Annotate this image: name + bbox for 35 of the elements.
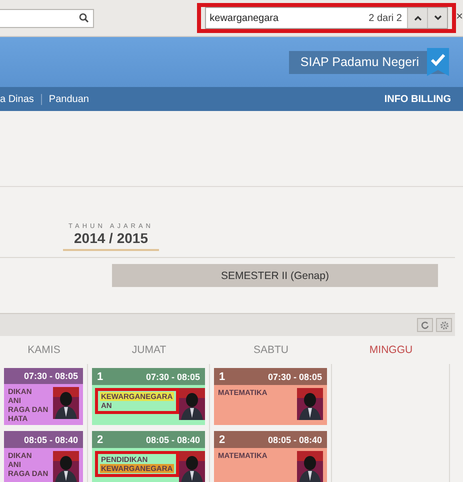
find-field[interactable]: kewarganegara — [206, 12, 364, 24]
lesson-time: 08:05 - 08:40 — [24, 434, 78, 444]
check-ribbon-icon — [427, 48, 449, 76]
day-header: SABTU — [252, 343, 290, 358]
settings-button[interactable] — [436, 318, 452, 332]
match-count: 2 dari 2 — [368, 12, 403, 24]
search-field[interactable] — [0, 8, 94, 28]
day-header: MINGGU — [368, 343, 414, 358]
brand-button[interactable]: SIAP Padamu Negeri — [289, 50, 449, 74]
settings-icon — [440, 320, 448, 330]
semester-tab[interactable]: SEMESTER II (Genap) — [112, 264, 438, 287]
find-bar[interactable]: kewarganegara 2 dari 2 — [204, 7, 448, 29]
lesson-time: 07:30 - 08:05 — [24, 371, 78, 381]
refresh-button[interactable] — [417, 318, 433, 332]
up-chevron-icon — [414, 15, 422, 21]
lesson-number: 2 — [97, 434, 104, 446]
lesson-time: 07:30 - 08:05 — [146, 372, 200, 382]
next-button[interactable] — [427, 8, 447, 28]
search-icon — [79, 13, 89, 23]
lesson-time: 08:05 - 08:40 — [146, 434, 200, 444]
nav-link[interactable]: INFO BILLING — [384, 94, 451, 104]
lesson-number: 1 — [219, 370, 226, 382]
previous-button[interactable] — [407, 8, 427, 28]
refresh-icon — [421, 321, 429, 329]
lesson-time: 08:05 - 08:40 — [268, 434, 322, 444]
nav-link[interactable]: Panduan — [48, 94, 89, 104]
down-chevron-icon — [434, 15, 442, 21]
day-header: JUMAT — [130, 343, 168, 358]
lesson-number: 2 — [219, 434, 226, 446]
year-value[interactable]: 2014 / 2015 — [74, 230, 148, 246]
close-button[interactable]: × — [456, 9, 463, 23]
lesson-time: 07:30 - 08:05 — [268, 372, 322, 382]
nav-link[interactable]: a Dinas — [0, 94, 34, 104]
lesson-number: 1 — [97, 370, 104, 382]
day-header: KAMIS — [26, 343, 62, 358]
